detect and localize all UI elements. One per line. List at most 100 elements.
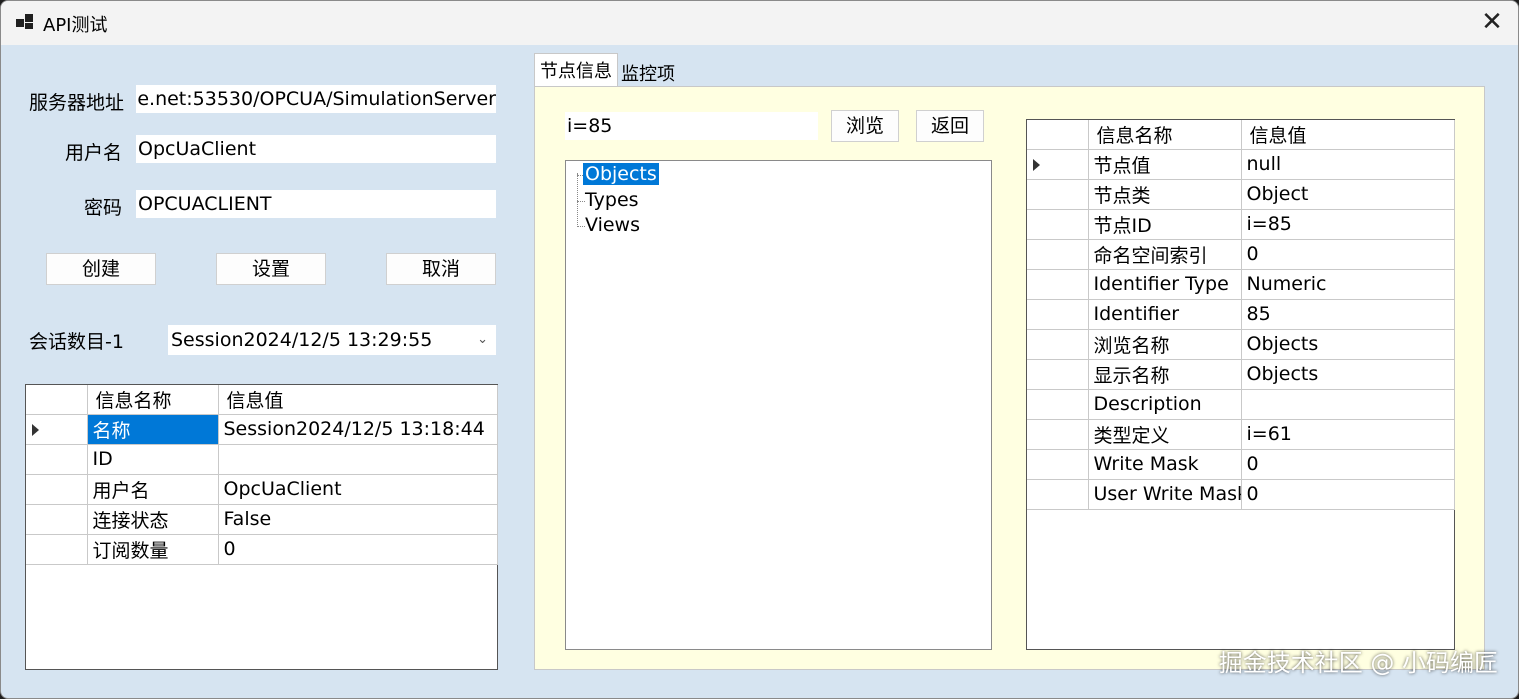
row-header[interactable] (1027, 179, 1089, 210)
cell-name[interactable]: 名称 (87, 414, 219, 445)
cell-name[interactable]: 订阅数量 (87, 534, 219, 565)
column-header-value[interactable]: 信息值 (218, 385, 498, 415)
row-header[interactable] (1027, 419, 1089, 450)
node-info-grid: 信息名称 信息值 节点值 null 节点类 Object 节点ID i=85 命名空间索引 0… (1026, 119, 1455, 650)
cell-name[interactable]: Identifier Type (1088, 269, 1242, 300)
cell-value[interactable]: 85 (1241, 299, 1455, 330)
session-info-grid: 信息名称 信息值 名称 Session2024/12/5 13:18:44 ID (25, 384, 498, 670)
table-row[interactable]: Description (1027, 389, 1455, 420)
node-info-tab-page: i=85 浏览 返回 Objects Types Views 信息名称 信息值 (534, 86, 1485, 670)
title-bar[interactable]: API测试 ✕ (1, 1, 1518, 45)
cell-value[interactable] (1241, 389, 1455, 420)
table-row[interactable]: 节点ID i=85 (1027, 209, 1455, 240)
tree-node-types[interactable]: Types (585, 189, 639, 211)
table-row[interactable]: User Write Mask 0 (1027, 479, 1455, 510)
row-header[interactable] (26, 534, 88, 565)
row-header[interactable] (1027, 359, 1089, 390)
cell-value[interactable]: 0 (1241, 479, 1455, 510)
row-header[interactable] (1027, 209, 1089, 240)
cell-value[interactable]: Session2024/12/5 13:18:44 (218, 414, 498, 445)
create-button[interactable]: 创建 (46, 253, 156, 285)
close-icon[interactable]: ✕ (1466, 1, 1518, 45)
tree-branch (577, 201, 585, 202)
cell-name[interactable]: Write Mask (1088, 449, 1242, 480)
password-input[interactable]: OPCUACLIENT (136, 190, 496, 218)
cell-name[interactable]: 命名空间索引 (1088, 239, 1242, 270)
table-row[interactable]: 浏览名称 Objects (1027, 329, 1455, 360)
cell-name[interactable]: ID (87, 444, 219, 475)
cell-name[interactable]: Description (1088, 389, 1242, 420)
session-select[interactable]: Session2024/12/5 13:29:55 ⌄ (168, 325, 496, 355)
current-row-icon (32, 423, 39, 436)
cell-value[interactable]: 0 (218, 534, 498, 565)
tree-branch (577, 226, 585, 227)
table-row[interactable]: 订阅数量 0 (26, 534, 498, 565)
cell-value[interactable]: 0 (1241, 239, 1455, 270)
cell-value[interactable]: Objects (1241, 329, 1455, 360)
cell-value[interactable] (218, 444, 498, 475)
table-row[interactable]: Identifier 85 (1027, 299, 1455, 330)
cell-name[interactable]: 节点ID (1088, 209, 1242, 240)
tab-monitor[interactable]: 监控项 (616, 57, 680, 89)
cell-name[interactable]: 浏览名称 (1088, 329, 1242, 360)
cell-value[interactable]: i=85 (1241, 209, 1455, 240)
cell-name[interactable]: User Write Mask (1088, 479, 1242, 510)
row-header[interactable] (1027, 329, 1089, 360)
cell-value[interactable]: Objects (1241, 359, 1455, 390)
table-row[interactable]: ID (26, 444, 498, 475)
cell-name[interactable]: 连接状态 (87, 504, 219, 535)
cell-value[interactable]: False (218, 504, 498, 535)
table-row[interactable]: 节点类 Object (1027, 179, 1455, 210)
server-address-input[interactable]: ome.net:53530/OPCUA/SimulationServer (136, 85, 496, 113)
table-row[interactable]: Identifier Type Numeric (1027, 269, 1455, 300)
table-row[interactable]: 名称 Session2024/12/5 13:18:44 (26, 414, 498, 445)
row-header[interactable] (1027, 269, 1089, 300)
settings-button[interactable]: 设置 (216, 253, 326, 285)
row-header[interactable] (26, 444, 88, 475)
row-header[interactable] (1027, 389, 1089, 420)
row-header[interactable] (26, 414, 88, 445)
cell-name[interactable]: 用户名 (87, 474, 219, 505)
cell-value[interactable]: null (1241, 149, 1455, 180)
table-row[interactable]: 节点值 null (1027, 149, 1455, 180)
chevron-down-icon[interactable]: ⌄ (477, 325, 488, 355)
tree-connector (577, 173, 578, 227)
table-row[interactable]: 显示名称 Objects (1027, 359, 1455, 390)
app-icon (16, 14, 34, 30)
row-header[interactable] (26, 474, 88, 505)
watermark: 掘金技术社区 @ 小码编匠 (1218, 649, 1498, 677)
cell-name[interactable]: Identifier (1088, 299, 1242, 330)
cell-value[interactable]: i=61 (1241, 419, 1455, 450)
row-header[interactable] (1027, 299, 1089, 330)
username-input[interactable]: OpcUaClient (136, 135, 496, 163)
table-row[interactable]: 连接状态 False (26, 504, 498, 535)
column-header-value[interactable]: 信息值 (1241, 120, 1455, 150)
node-id-input[interactable]: i=85 (565, 112, 818, 140)
tree-node-objects[interactable]: Objects (583, 163, 659, 185)
table-row[interactable]: Write Mask 0 (1027, 449, 1455, 480)
back-button[interactable]: 返回 (916, 110, 984, 142)
tab-node-info[interactable]: 节点信息 (534, 53, 618, 87)
row-header[interactable] (26, 504, 88, 535)
browse-button[interactable]: 浏览 (831, 110, 899, 142)
cell-value[interactable]: 0 (1241, 449, 1455, 480)
row-header[interactable] (1027, 239, 1089, 270)
cell-value[interactable]: OpcUaClient (218, 474, 498, 505)
node-tree[interactable]: Objects Types Views (565, 160, 992, 650)
cell-name[interactable]: 类型定义 (1088, 419, 1242, 450)
table-row[interactable]: 用户名 OpcUaClient (26, 474, 498, 505)
table-row[interactable]: 命名空间索引 0 (1027, 239, 1455, 270)
cancel-button[interactable]: 取消 (386, 253, 496, 285)
row-header[interactable] (1027, 449, 1089, 480)
tree-node-views[interactable]: Views (585, 214, 640, 236)
cell-value[interactable]: Object (1241, 179, 1455, 210)
cell-name[interactable]: 节点值 (1088, 149, 1242, 180)
cell-value[interactable]: Numeric (1241, 269, 1455, 300)
table-row[interactable]: 类型定义 i=61 (1027, 419, 1455, 450)
row-header[interactable] (1027, 479, 1089, 510)
cell-name[interactable]: 显示名称 (1088, 359, 1242, 390)
row-header[interactable] (1027, 149, 1089, 180)
column-header-name[interactable]: 信息名称 (87, 385, 219, 415)
cell-name[interactable]: 节点类 (1088, 179, 1242, 210)
column-header-name[interactable]: 信息名称 (1088, 120, 1242, 150)
